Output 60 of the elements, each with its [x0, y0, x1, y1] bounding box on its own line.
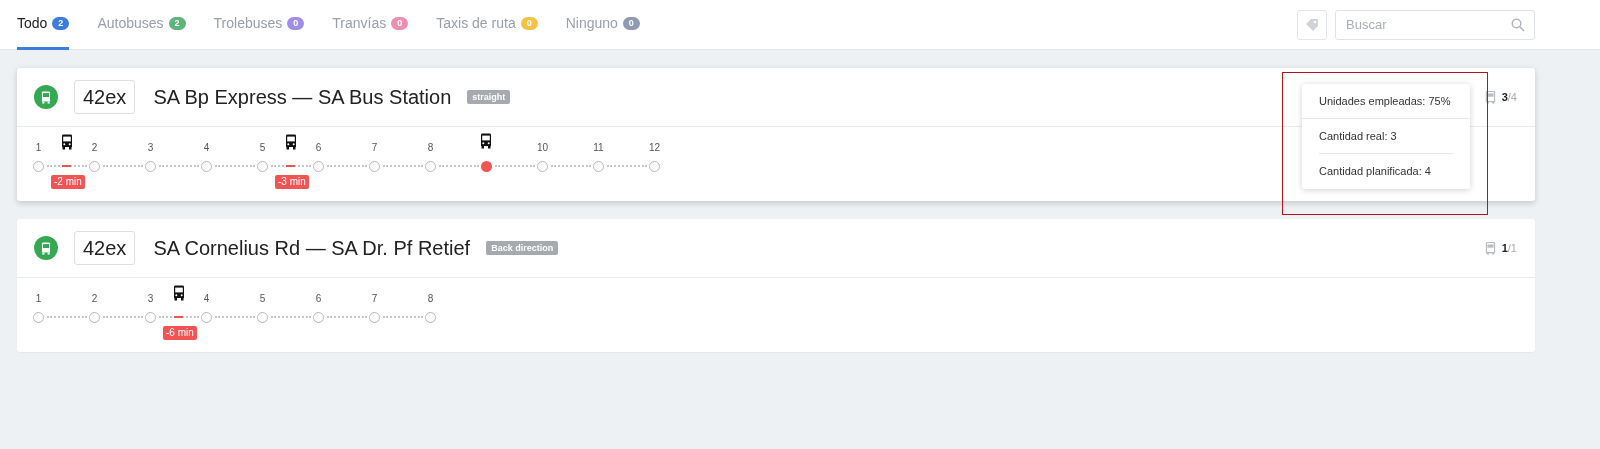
count-badge: 0 [622, 17, 640, 30]
stop-number: 1 [35, 291, 42, 306]
stop-number: 5 [259, 291, 266, 306]
count-badge: 2 [52, 17, 70, 30]
stop-number: 7 [371, 291, 378, 306]
bus-icon [479, 132, 493, 149]
delay-badge: -6 min [163, 326, 197, 340]
tab[interactable]: Ninguno 0 [565, 0, 640, 50]
tag-icon [1304, 16, 1320, 33]
bus-position-marker [174, 316, 183, 318]
direction-tag: straight [467, 90, 511, 104]
bus-icon [284, 134, 298, 150]
stop-number: 6 [315, 140, 322, 155]
stop-number: 7 [371, 140, 378, 155]
count-badge: 2 [168, 17, 186, 30]
stop-number: 5 [259, 140, 266, 155]
stop-number: 8 [427, 140, 434, 155]
stop-number: 11 [593, 140, 604, 155]
direction-tag: Back direction [486, 241, 559, 255]
route-name: SA Cornelius Rd — SA Dr. Pf Retief [153, 236, 471, 261]
bus-position-marker [62, 165, 71, 167]
stop-number: 8 [427, 291, 434, 306]
tag-button[interactable] [1297, 9, 1327, 40]
search-field[interactable]: Buscar [1335, 9, 1535, 40]
route-name: SA Bp Express — SA Bus Station [153, 85, 452, 110]
stop-number: 6 [315, 291, 322, 306]
tooltip-line: Cantidad real: 3 [1319, 119, 1453, 154]
search-icon [1511, 17, 1525, 32]
count-badge: 0 [287, 17, 305, 30]
bus-icon [34, 85, 58, 109]
stop-number: 2 [91, 291, 98, 306]
bus-icon [60, 134, 74, 150]
stop-number: 2 [91, 140, 98, 155]
bus-icon [34, 236, 58, 260]
tab[interactable]: Taxis de ruta 0 [436, 0, 538, 50]
stop-number: 10 [536, 140, 549, 155]
delay-badge: -3 min [275, 175, 309, 189]
vehicle-count: 3/4 [1501, 89, 1517, 105]
bus-icon [1483, 90, 1497, 104]
stop-number: 4 [203, 291, 210, 306]
route-number: 42ex [74, 80, 136, 114]
tab[interactable]: Autobuses 2 [97, 0, 186, 50]
stop-number: 12 [648, 140, 661, 155]
stop-number: 3 [147, 140, 154, 155]
tooltip-line: Unidades empleadas: 75% [1302, 84, 1470, 119]
tooltip-line: Cantidad planificada: 4 [1318, 164, 1432, 179]
tab[interactable]: Trolebuses 0 [213, 0, 305, 50]
bus-icon [1483, 241, 1497, 255]
vehicle-count: 1/1 [1501, 240, 1517, 256]
bus-icon [172, 285, 186, 301]
bus-position-marker [286, 165, 295, 167]
stop-number: 4 [203, 140, 210, 155]
route-number: 42ex [74, 231, 136, 265]
tab[interactable]: Tranvías 0 [332, 0, 409, 50]
stop-number: 1 [35, 140, 42, 155]
count-badge: 0 [391, 17, 409, 30]
delay-badge: -2 min [51, 175, 85, 189]
stop-number: 3 [147, 291, 154, 306]
tab[interactable]: Todo 2 [17, 0, 70, 50]
count-badge: 0 [520, 17, 538, 30]
